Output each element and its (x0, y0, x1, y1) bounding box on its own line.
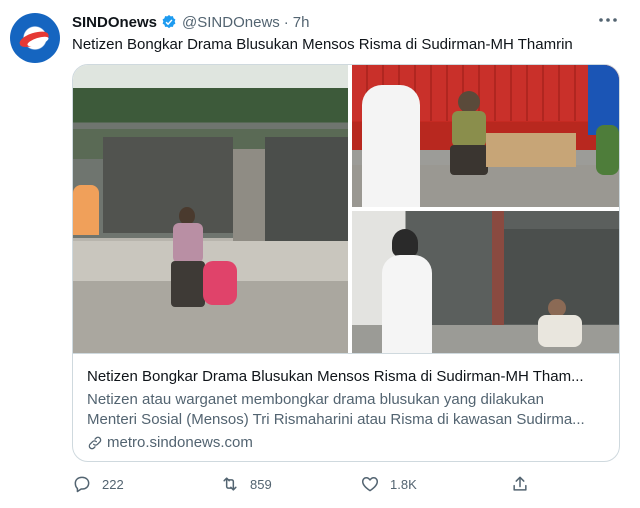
retweet-icon (223, 477, 237, 491)
link-icon (88, 436, 102, 449)
retweet-button[interactable]: 859 (220, 472, 272, 496)
account-name[interactable]: SINDOnews (72, 14, 157, 31)
reply-icon (74, 476, 90, 493)
action-bar: 222 859 1.8K (72, 472, 618, 496)
reply-count: 222 (102, 476, 124, 492)
heart-icon (361, 477, 379, 492)
like-button[interactable]: 1.8K (360, 472, 417, 496)
tweet-header: SINDOnews @SINDOnews · 7h (72, 12, 309, 32)
share-button[interactable] (510, 472, 540, 496)
card-description-line-1: Netizen atau warganet membongkar drama b… (87, 391, 544, 408)
reply-button[interactable]: 222 (72, 472, 124, 496)
verified-badge-icon (162, 15, 176, 29)
account-handle[interactable]: @SINDOnews (182, 14, 280, 31)
card-description: Netizen atau warganet membongkar drama b… (87, 390, 607, 430)
photo-man-on-cardboard[interactable] (352, 65, 619, 207)
avatar[interactable] (10, 13, 60, 63)
card-media[interactable] (73, 65, 619, 353)
card-domain-text[interactable]: metro.sindonews.com (107, 434, 253, 451)
tweet-time[interactable]: 7h (293, 14, 310, 31)
tweet-text: Netizen Bongkar Drama Blusukan Mensos Ri… (72, 36, 573, 53)
photo-woman-sitting-sidewalk[interactable] (73, 65, 348, 353)
tweet[interactable]: SINDOnews @SINDOnews · 7h Netizen Bongka… (0, 0, 640, 508)
retweet-count: 859 (250, 476, 272, 492)
photo-official-meets-man[interactable] (352, 211, 619, 353)
link-card[interactable]: Netizen Bongkar Drama Blusukan Mensos Ri… (72, 64, 620, 462)
like-count: 1.8K (390, 476, 417, 492)
card-info[interactable]: Netizen Bongkar Drama Blusukan Mensos Ri… (73, 353, 619, 461)
more-options-icon[interactable] (596, 12, 620, 28)
separator-dot: · (283, 13, 289, 31)
share-icon (513, 476, 527, 491)
card-description-line-2: Menteri Sosial (Mensos) Tri Rismaharini … (87, 411, 585, 428)
card-domain[interactable]: metro.sindonews.com (87, 434, 253, 451)
card-title[interactable]: Netizen Bongkar Drama Blusukan Mensos Ri… (87, 368, 607, 385)
